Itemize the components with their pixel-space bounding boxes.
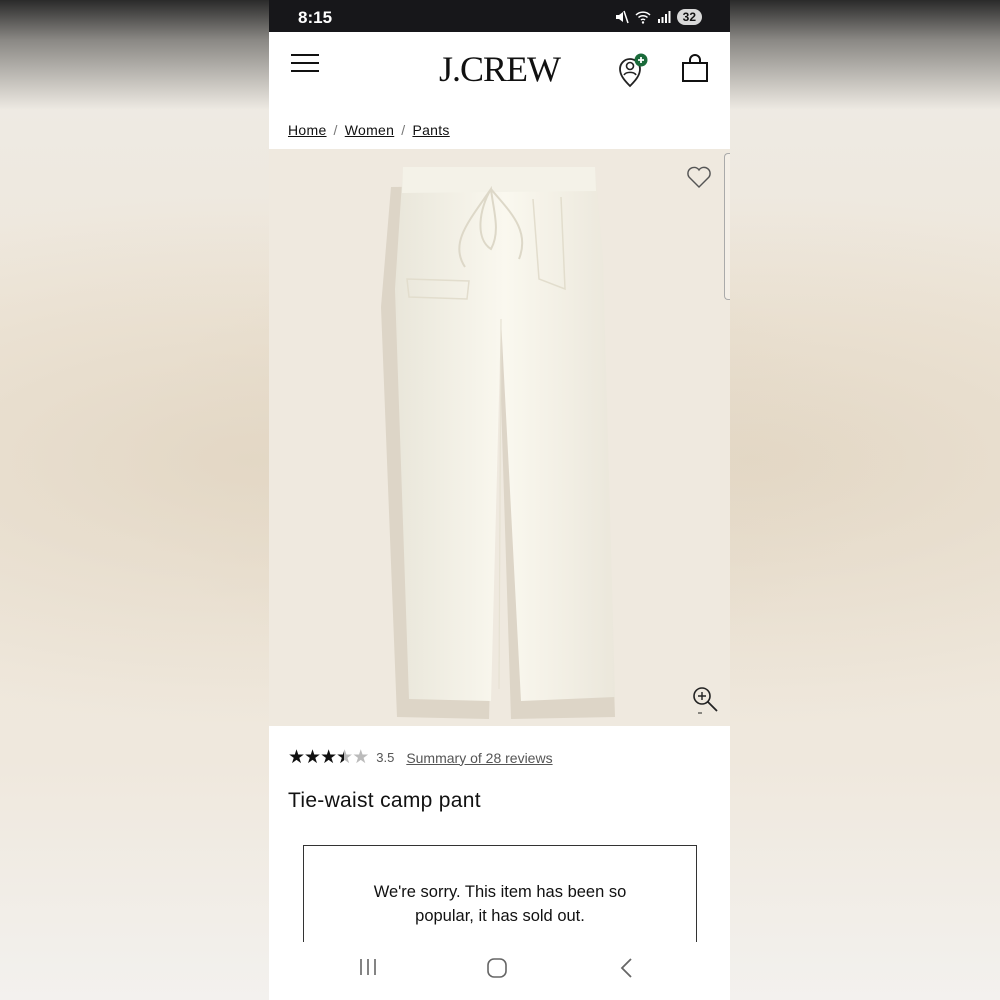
battery-indicator: 32: [676, 9, 702, 25]
status-icons: 32: [614, 9, 702, 25]
android-nav-bar: [269, 942, 730, 1000]
reviews-summary-link[interactable]: Summary of 28 reviews: [406, 750, 552, 766]
star-rating: ★ ★ ★ ★ ★: [288, 746, 369, 769]
brand-logo[interactable]: J.CREW: [269, 48, 730, 90]
phone-screen: 8:15 32 J.CREW Home / Women / Pants ★ ★ …: [269, 0, 730, 1000]
sold-out-message: We're sorry. This item has been so popul…: [373, 883, 627, 925]
breadcrumb-women[interactable]: Women: [345, 122, 394, 138]
signal-icon: [657, 11, 671, 23]
mute-icon: [615, 10, 629, 24]
breadcrumb-separator: /: [333, 122, 338, 138]
rating-value: 3.5: [376, 750, 395, 765]
zoom-in-icon[interactable]: [691, 685, 719, 715]
home-icon[interactable]: [486, 957, 508, 979]
wifi-icon: [635, 10, 651, 24]
star-icon: ★: [288, 747, 305, 768]
back-icon[interactable]: [619, 957, 635, 979]
rating-row: ★ ★ ★ ★ ★ 3.5 Summary of 28 reviews: [288, 746, 553, 769]
status-bar: 8:15 32: [269, 0, 730, 32]
breadcrumb: Home / Women / Pants: [288, 122, 450, 138]
status-time: 8:15: [298, 8, 333, 27]
star-icon: ★: [320, 747, 337, 768]
recents-icon[interactable]: [358, 957, 378, 977]
heart-icon[interactable]: [686, 165, 712, 189]
pants-photo: [381, 167, 615, 719]
star-icon: ★: [304, 747, 321, 768]
bag-icon[interactable]: [681, 54, 709, 82]
site-header: J.CREW: [269, 32, 730, 102]
empty-star-icon: ★: [352, 747, 369, 768]
half-star-icon: ★: [336, 746, 353, 769]
account-icon[interactable]: [617, 52, 649, 88]
breadcrumb-home[interactable]: Home: [288, 122, 327, 138]
product-title: Tie-waist camp pant: [288, 789, 481, 812]
breadcrumb-pants[interactable]: Pants: [412, 122, 449, 138]
breadcrumb-separator: /: [401, 122, 406, 138]
product-image[interactable]: [269, 149, 730, 726]
